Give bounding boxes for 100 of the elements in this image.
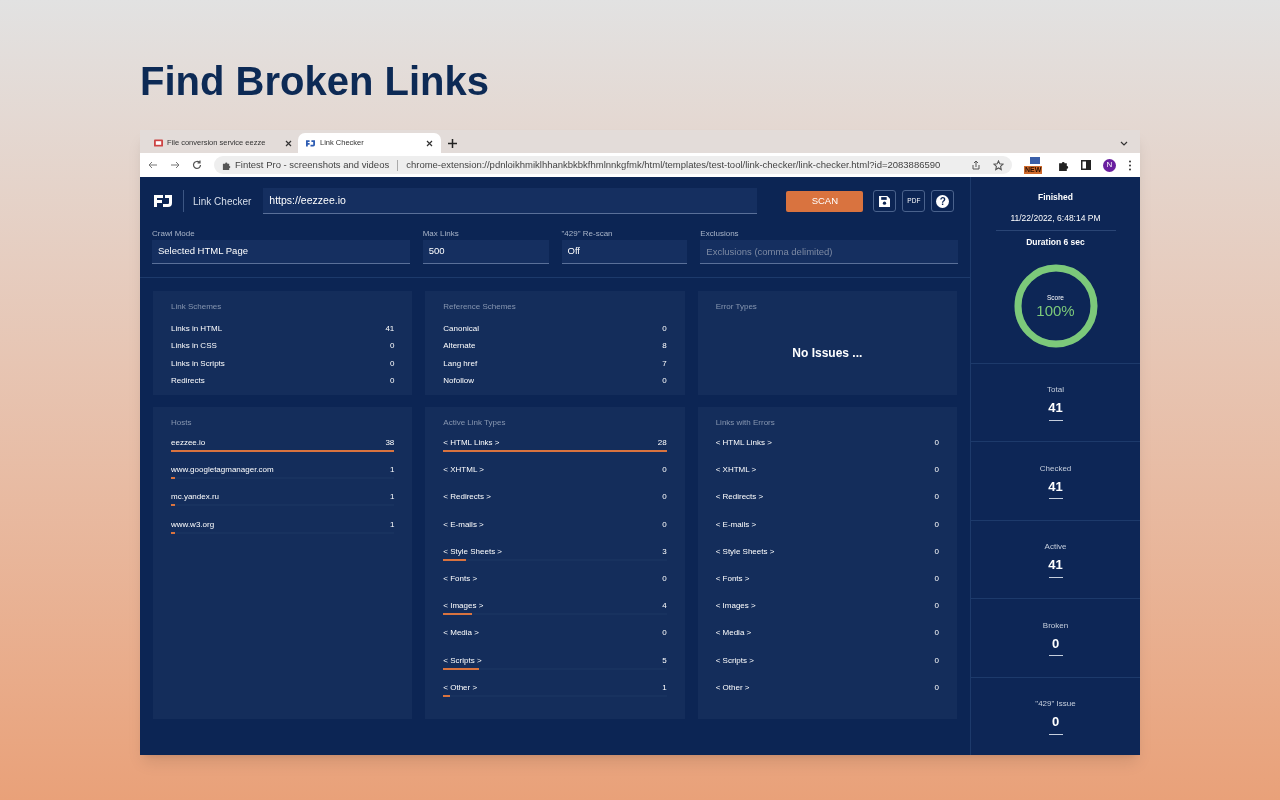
row-label: < Other >: [443, 681, 478, 694]
row-label: < E-mails >: [715, 518, 757, 531]
save-icon: [879, 195, 891, 207]
puzzle-icon[interactable]: [1058, 159, 1069, 171]
save-button[interactable]: [873, 190, 897, 212]
stat-label: Active: [1044, 541, 1067, 554]
back-icon[interactable]: [148, 160, 158, 170]
stat-value: 41: [1048, 556, 1063, 575]
field-label: Max Links: [422, 228, 460, 239]
app-title: Link Checker: [193, 194, 252, 209]
chevron-down-icon[interactable]: [1120, 141, 1128, 146]
row-count: 0: [662, 464, 667, 477]
stat-value: 41: [1048, 399, 1063, 418]
new-tab-icon[interactable]: [448, 139, 457, 148]
row-count: 0: [662, 491, 667, 504]
row-label: Canonical: [443, 322, 479, 335]
site-label: Fintest Pro - screenshots and videos: [235, 157, 390, 172]
stat-label: Broken: [1042, 619, 1069, 632]
sidebar-icon[interactable]: [1081, 160, 1091, 170]
stat-label: "429" Issue: [1035, 698, 1076, 711]
row-label: < Fonts >: [715, 572, 750, 585]
logo-icon: [152, 193, 174, 209]
row-label: eezzee.io: [171, 437, 206, 449]
row-count: 0: [934, 545, 939, 558]
row-label: < Media >: [443, 627, 479, 640]
row-label: Links in CSS: [171, 340, 217, 353]
row-label: < E-mails >: [443, 518, 484, 531]
row-count: 0: [934, 654, 939, 667]
row-count: 0: [662, 375, 667, 388]
row-count: 0: [934, 437, 939, 449]
row-label: < Media >: [715, 627, 752, 640]
row-count: 0: [934, 600, 939, 613]
row-count: 3: [662, 545, 667, 558]
row-count: 0: [389, 357, 395, 370]
favicon: [306, 139, 315, 147]
row-label: Lang href: [443, 357, 478, 370]
row-count: 0: [662, 627, 667, 640]
card-title: Links with Errors: [715, 417, 776, 429]
url-text: chrome-extension://pdnloikhmiklhhankbkbkfhmlnnkgfmk/html/templates/test-tool/link-checker/link-checker.html?id=2083886590: [406, 157, 942, 172]
row-count: 0: [389, 340, 395, 353]
row-label: www.googletagmanager.com: [171, 464, 274, 477]
reload-icon[interactable]: [192, 160, 202, 170]
row-count: 5: [662, 654, 667, 667]
close-icon[interactable]: [426, 139, 433, 147]
row-label: < Fonts >: [443, 572, 478, 585]
stat-value: 41: [1048, 477, 1063, 496]
row-count: 4: [662, 600, 667, 613]
row-count: 28: [657, 437, 667, 449]
row-label: < HTML Links >: [443, 437, 500, 449]
card-title: Reference Schemes: [443, 301, 517, 313]
field-label: "429" Re-scan: [561, 228, 614, 239]
row-label: < XHTML >: [443, 464, 484, 477]
favicon: [154, 139, 163, 147]
help-button[interactable]: ?: [931, 190, 955, 212]
forward-icon[interactable]: [170, 160, 180, 170]
row-label: mc.yandex.ru: [171, 491, 220, 504]
puzzle-icon: [222, 160, 231, 170]
headline: Find Broken Links: [140, 58, 490, 104]
row-count: 0: [934, 464, 939, 477]
row-label: < Style Sheets >: [443, 545, 503, 558]
address-bar[interactable]: Fintest Pro - screenshots and videos chrome-extension://pdnloikhmiklhhankbkbkfhmlnnkgfmk/html/templates/test-tool/link-checker/link-checker.html?id=2083886590: [214, 156, 1012, 174]
card-title: Link Schemes: [171, 301, 223, 313]
text-field[interactable]: Exclusions (comma delimited): [700, 240, 958, 264]
row-label: Alternate: [443, 340, 476, 353]
row-label: < Images >: [715, 600, 756, 613]
row-count: 8: [662, 340, 667, 353]
row-count: 41: [385, 322, 395, 335]
status-message: No Issues ...: [792, 344, 863, 362]
card-title: Active Link Types: [443, 417, 507, 429]
select-field[interactable]: Selected HTML Page: [152, 240, 410, 264]
field-label: Crawl Mode: [152, 228, 196, 239]
row-label: < Scripts >: [715, 654, 754, 667]
row-label: < Images >: [443, 600, 484, 613]
url-field[interactable]: https://eezzee.io: [263, 188, 758, 214]
row-label: < Redirects >: [715, 491, 764, 504]
row-count: 0: [662, 572, 667, 585]
row-count: 1: [389, 464, 395, 477]
profile-avatar[interactable]: N: [1103, 158, 1116, 172]
select-field[interactable]: 500: [422, 240, 549, 264]
menu-icon[interactable]: [1128, 159, 1132, 171]
row-label: Links in HTML: [171, 322, 223, 335]
row-count: 1: [389, 518, 395, 531]
star-icon[interactable]: [993, 159, 1004, 171]
close-icon[interactable]: [285, 139, 292, 147]
row-label: < HTML Links >: [715, 437, 772, 449]
row-count: 0: [934, 572, 939, 585]
share-icon[interactable]: [971, 160, 981, 170]
scan-date: 11/22/2022, 6:48:14 PM: [1010, 211, 1101, 225]
row-count: 0: [934, 518, 939, 531]
extension-icon[interactable]: [1027, 156, 1043, 165]
card-title: Error Types: [715, 301, 758, 313]
row-count: 7: [662, 357, 667, 370]
stat-label: Checked: [1039, 462, 1072, 475]
row-count: 0: [662, 322, 667, 335]
row-count: 0: [662, 518, 667, 531]
field-label: Exclusions: [700, 228, 740, 239]
row-label: < Redirects >: [443, 491, 491, 504]
select-field[interactable]: Off: [561, 240, 688, 264]
row-count: 0: [934, 627, 939, 640]
row-label: < Other >: [715, 681, 750, 694]
